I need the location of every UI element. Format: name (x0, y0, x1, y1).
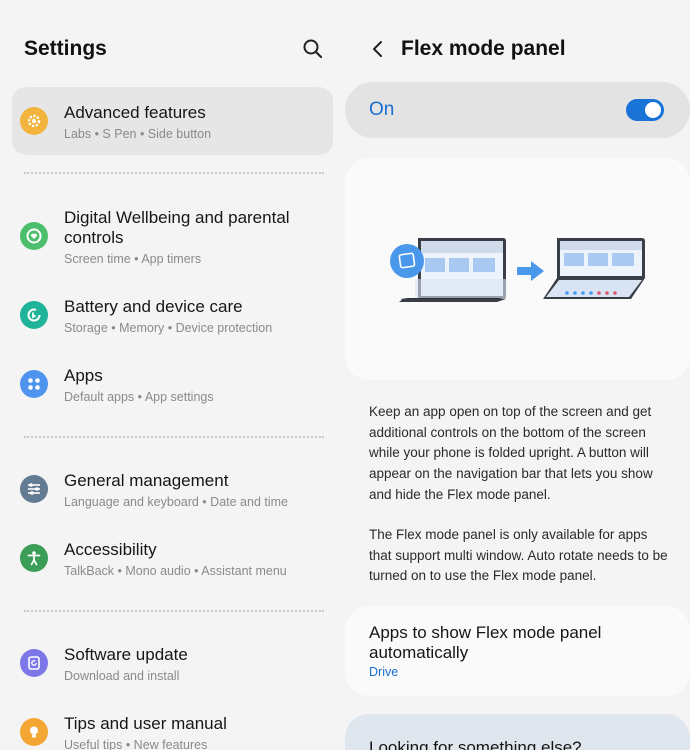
item-subtitle: Useful tips • New features (64, 738, 208, 750)
item-title: General management (64, 471, 229, 490)
device-care-icon (20, 301, 48, 329)
apps-to-show-row[interactable]: Apps to show Flex mode panel automatical… (345, 606, 690, 696)
divider (24, 610, 324, 612)
settings-item-general-management[interactable]: General management Language and keyboard… (12, 455, 333, 523)
item-subtitle: TalkBack • Mono audio • Assistant menu (64, 564, 287, 578)
settings-item-apps[interactable]: Apps Default apps • App settings (12, 350, 333, 418)
looking-for-something-else-card: Looking for something else? (345, 714, 690, 750)
person-icon (20, 544, 48, 572)
settings-item-advanced-features[interactable]: Advanced features Labs • S Pen • Side bu… (12, 87, 333, 155)
search-button[interactable] (298, 34, 328, 64)
update-icon (20, 649, 48, 677)
item-subtitle: Default apps • App settings (64, 390, 214, 404)
item-title: Digital Wellbeing and parental controls (64, 208, 290, 247)
page-title: Flex mode panel (401, 37, 566, 60)
description-paragraph-2: The Flex mode panel is only available fo… (369, 527, 668, 584)
apps-grid-icon (20, 370, 48, 398)
item-subtitle: Labs • S Pen • Side button (64, 127, 212, 141)
bulb-icon (20, 718, 48, 746)
settings-pane: Settings Advanced features Labs • S Pen … (0, 0, 345, 750)
flex-mode-pane: Flex mode panel On Keep an app open on t… (345, 0, 690, 750)
description-paragraph-1: Keep an app open on top of the screen an… (369, 404, 653, 502)
item-title: Apps (64, 366, 103, 385)
sliders-icon (20, 475, 48, 503)
item-subtitle: Screen time • App timers (64, 252, 202, 266)
apps-row-title: Apps to show Flex mode panel automatical… (369, 623, 602, 662)
settings-item-accessibility[interactable]: Accessibility TalkBack • Mono audio • As… (12, 524, 333, 592)
item-subtitle: Download and install (64, 669, 180, 683)
looking-title: Looking for something else? (369, 738, 582, 750)
chevron-left-icon (373, 41, 382, 57)
item-title: Software update (64, 645, 188, 664)
master-toggle[interactable] (626, 99, 664, 121)
settings-item-battery-device-care[interactable]: Battery and device care Storage • Memory… (12, 281, 333, 349)
divider (24, 436, 324, 438)
settings-item-tips-user-manual[interactable]: Tips and user manual Useful tips • New f… (12, 698, 333, 750)
item-title: Tips and user manual (64, 714, 227, 733)
settings-item-digital-wellbeing[interactable]: Digital Wellbeing and parental controls … (12, 192, 333, 280)
master-switch-row[interactable]: On (345, 82, 690, 138)
illustration-card (345, 158, 690, 380)
gear-sparkle-icon (20, 107, 48, 135)
settings-item-software-update[interactable]: Software update Download and install (12, 629, 333, 697)
item-title: Battery and device care (64, 297, 243, 316)
switch-label: On (369, 99, 395, 120)
heart-ring-icon (20, 222, 48, 250)
back-button[interactable] (363, 34, 393, 64)
search-icon (303, 39, 323, 59)
page-title: Settings (24, 37, 107, 60)
flex-mode-illustration (390, 238, 645, 302)
apps-row-value: Drive (369, 665, 399, 679)
divider (24, 172, 324, 174)
item-subtitle: Language and keyboard • Date and time (64, 495, 288, 509)
item-title: Advanced features (64, 103, 206, 122)
item-title: Accessibility (64, 540, 157, 559)
item-subtitle: Storage • Memory • Device protection (64, 321, 273, 335)
